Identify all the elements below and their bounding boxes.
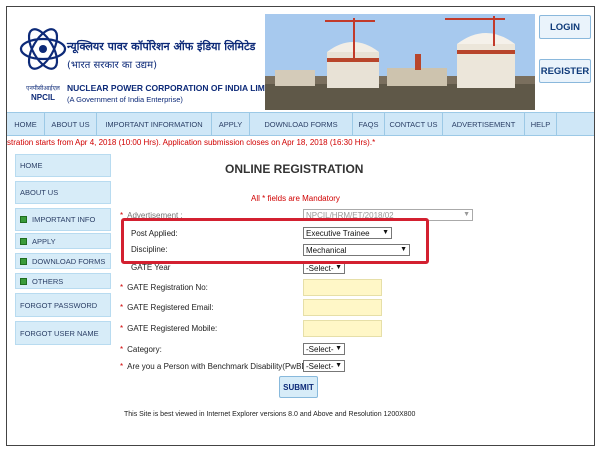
sidebar: HOME ABOUT US IMPORTANT INFO APPLY DOWNL… [15, 154, 111, 349]
sidebar-item-label: HOME [20, 161, 43, 170]
power-plant-banner-image [265, 14, 535, 110]
nav-advertisement[interactable]: ADVERTISEMENT [443, 113, 525, 135]
sidebar-item-label: APPLY [32, 236, 56, 246]
gate-registration-no-input[interactable] [303, 279, 382, 296]
main-nav: HOME ABOUT US IMPORTANT INFORMATION APPL… [7, 112, 594, 136]
org-subtitle-english: (A Government of India Enterprise) [67, 95, 183, 104]
required-marker: * [120, 283, 124, 292]
npcil-logo: एनपीसीआईएल NPCIL [19, 28, 67, 102]
sidebar-item-important-info[interactable]: IMPORTANT INFO [15, 208, 111, 231]
sidebar-item-download-forms[interactable]: DOWNLOAD FORMS [15, 253, 111, 269]
gate-email-label: * GATE Registered Email: [120, 303, 214, 312]
site-header: एनपीसीआईएल NPCIL न्यूक्लियर पावर कॉर्पोर… [7, 7, 594, 112]
bullet-icon [20, 277, 27, 285]
nav-help[interactable]: HELP [525, 113, 557, 135]
nav-download-forms[interactable]: DOWNLOAD FORMS [250, 113, 353, 135]
chevron-down-icon: ▼ [463, 211, 470, 218]
nav-faqs[interactable]: FAQS [353, 113, 385, 135]
sidebar-item-label: IMPORTANT INFO [32, 215, 96, 224]
register-button[interactable]: REGISTER [539, 59, 591, 83]
chevron-down-icon: ▼ [335, 264, 342, 271]
sidebar-item-apply[interactable]: APPLY [15, 233, 111, 249]
mandatory-note: All * fields are Mandatory [251, 194, 340, 203]
gate-email-input[interactable] [303, 299, 382, 316]
notice-marquee: stration starts from Apr 4, 2018 (10:00 … [7, 138, 376, 147]
sidebar-item-label: FORGOT PASSWORD [20, 300, 98, 310]
sidebar-item-about-us[interactable]: ABOUT US [15, 181, 111, 204]
gate-mobile-label: * GATE Registered Mobile: [120, 324, 218, 333]
sidebar-item-label: DOWNLOAD FORMS [32, 256, 106, 266]
required-marker: * [120, 345, 124, 354]
chevron-down-icon: ▼ [335, 345, 342, 352]
org-name-hindi: न्यूक्लियर पावर कॉर्पोरेशन ऑफ इंडिया लिम… [67, 40, 256, 53]
bullet-icon [20, 216, 27, 223]
nav-about-us[interactable]: ABOUT US [45, 113, 97, 135]
org-name-english: NUCLEAR POWER CORPORATION OF INDIA LIMIT… [67, 83, 285, 93]
page-title: ONLINE REGISTRATION [225, 162, 364, 176]
sidebar-item-forgot-password[interactable]: FORGOT PASSWORD [15, 293, 111, 317]
footer-note: This Site is best viewed in Internet Exp… [124, 411, 416, 418]
highlight-box [121, 218, 429, 264]
org-subtitle-hindi: (भारत सरकार का उद्यम) [67, 60, 157, 71]
category-select[interactable]: -Select- ▼ [303, 343, 345, 355]
gate-registration-no-label: * GATE Registration No: [120, 283, 208, 292]
sidebar-item-label: OTHERS [32, 276, 64, 286]
logo-text: NPCIL [31, 93, 55, 102]
nav-apply[interactable]: APPLY [212, 113, 250, 135]
submit-button[interactable]: SUBMIT [279, 376, 318, 398]
required-marker: * [120, 324, 124, 333]
sidebar-item-home[interactable]: HOME [15, 154, 111, 177]
bullet-icon [20, 237, 27, 245]
logo-hindi-text: एनपीसीआईएल [26, 84, 61, 92]
nav-important-information[interactable]: IMPORTANT INFORMATION [97, 113, 212, 135]
login-button[interactable]: LOGIN [539, 15, 591, 39]
gate-mobile-input[interactable] [303, 320, 382, 337]
gate-year-label: GATE Year [131, 263, 171, 272]
sidebar-item-forgot-user-name[interactable]: FORGOT USER NAME [15, 321, 111, 345]
pwbd-select[interactable]: -Select- ▼ [303, 360, 345, 372]
bullet-icon [20, 257, 27, 265]
pwbd-label: * Are you a Person with Benchmark Disabil… [120, 362, 315, 371]
nav-contact-us[interactable]: CONTACT US [385, 113, 443, 135]
chevron-down-icon: ▼ [335, 362, 342, 369]
category-label: * Category: [120, 345, 162, 354]
required-marker: * [120, 362, 124, 371]
sidebar-item-others[interactable]: OTHERS [15, 273, 111, 289]
page-frame: एनपीसीआईएल NPCIL न्यूक्लियर पावर कॉर्पोर… [6, 6, 595, 446]
sidebar-item-label: ABOUT US [20, 188, 59, 197]
sidebar-item-label: FORGOT USER NAME [20, 328, 99, 338]
required-marker: * [120, 303, 124, 312]
nav-home[interactable]: HOME [7, 113, 45, 135]
